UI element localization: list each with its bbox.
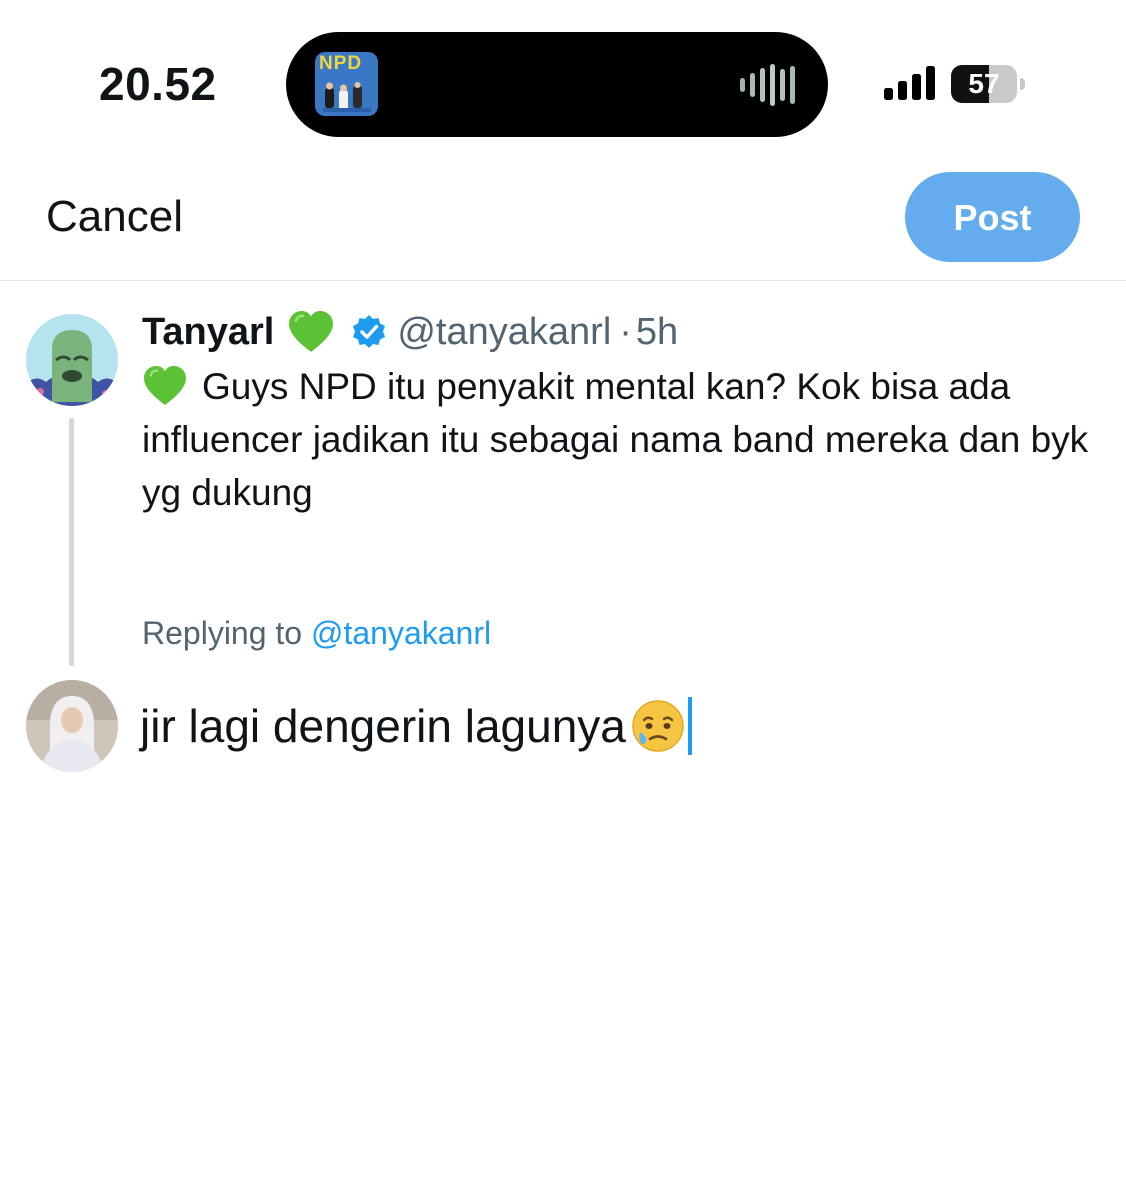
header-divider: [0, 280, 1126, 281]
green-heart-icon: [289, 311, 334, 352]
battery-level: 57: [968, 68, 1000, 99]
reply-text: jir lagi dengerin lagunya: [140, 700, 626, 752]
tweet-text: Guys NPD itu penyakit mental kan? Kok bi…: [142, 366, 1089, 513]
album-art-letters: NPD: [319, 53, 363, 74]
verified-badge-icon: [353, 315, 386, 348]
face-holding-back-tears-icon: [632, 700, 684, 752]
replying-to-line: Replying to @tanyakanrl: [142, 612, 491, 654]
status-time: 20.52: [99, 58, 217, 110]
header-separator: ·: [619, 310, 632, 353]
author-handle[interactable]: @tanyakanrl: [397, 311, 611, 354]
tweet-header: Tanyarl @tanyakanrl · 5h: [142, 308, 678, 356]
cellular-signal-icon: [884, 66, 935, 100]
reply-text-input[interactable]: jir lagi dengerin lagunya: [140, 696, 692, 756]
now-playing-album-art: NPD: [315, 52, 378, 116]
battery-body: 57: [951, 65, 1017, 103]
replying-to-handle[interactable]: @tanyakanrl: [311, 615, 491, 651]
cancel-button[interactable]: Cancel: [46, 190, 183, 244]
tweet-body: Guys NPD itu penyakit mental kan? Kok bi…: [142, 360, 1112, 519]
original-author-avatar[interactable]: [26, 314, 118, 406]
dynamic-island-now-playing[interactable]: NPD: [286, 32, 828, 137]
thread-connector-line: [69, 418, 74, 666]
tweet-timestamp[interactable]: 5h: [636, 311, 678, 354]
album-art-figures: [323, 82, 371, 112]
author-display-name[interactable]: Tanyarl: [142, 311, 274, 354]
green-heart-icon: [144, 365, 186, 406]
post-button[interactable]: Post: [905, 172, 1080, 262]
replying-to-prefix: Replying to: [142, 615, 303, 651]
battery-icon: 57: [951, 65, 1027, 103]
avatar-illustration: [26, 314, 118, 406]
current-user-avatar[interactable]: [26, 680, 118, 772]
text-cursor: [687, 697, 692, 755]
battery-tip: [1020, 78, 1025, 90]
user-photo: [26, 680, 118, 772]
audio-waveform-icon: [740, 64, 795, 106]
